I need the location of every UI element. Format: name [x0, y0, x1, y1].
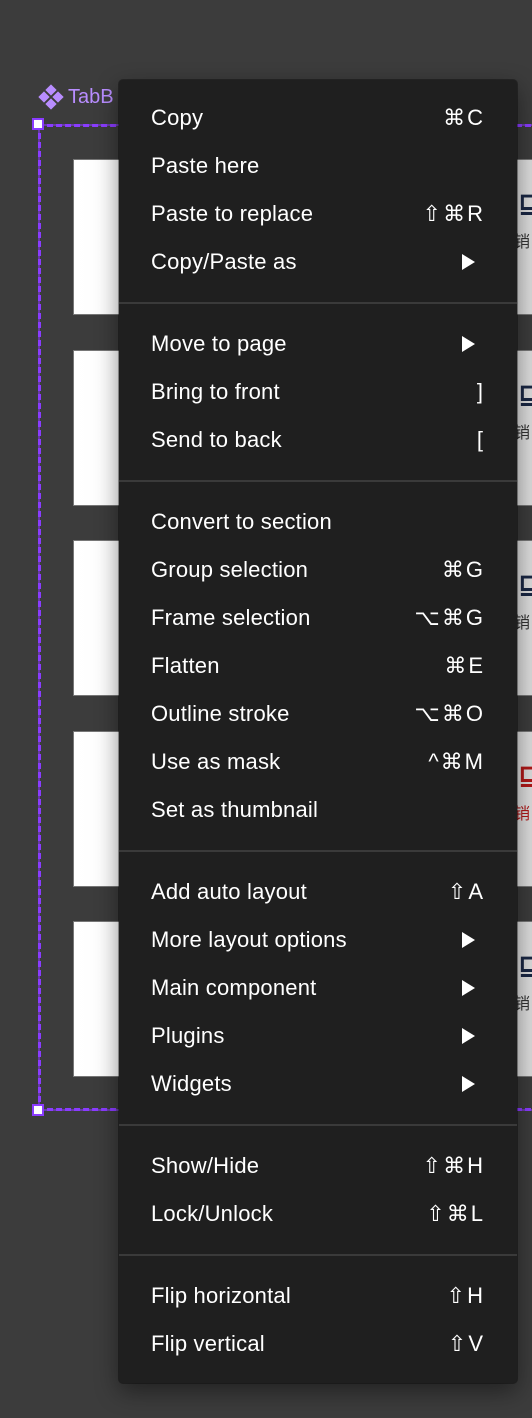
- menu-item-flip-vertical[interactable]: Flip vertical ⇧V: [119, 1320, 517, 1368]
- menu-item-set-as-thumbnail[interactable]: Set as thumbnail: [119, 786, 517, 834]
- menu-item-more-layout-options[interactable]: More layout options: [119, 916, 517, 964]
- menu-divider: [119, 1124, 517, 1126]
- component-icon: [38, 84, 64, 110]
- menu-item-flip-horizontal[interactable]: Flip horizontal ⇧H: [119, 1272, 517, 1320]
- menu-item-label: Flatten: [151, 653, 220, 678]
- menu-item-group-selection[interactable]: Group selection ⌘G: [119, 546, 517, 594]
- menu-item-flatten[interactable]: Flatten ⌘E: [119, 642, 517, 690]
- keyboard-shortcut: ⇧⌘H: [422, 1153, 485, 1178]
- menu-item-label: More layout options: [151, 927, 347, 952]
- keyboard-shortcut: ⌘G: [441, 557, 485, 582]
- resize-handle-bottom-left[interactable]: [32, 1104, 44, 1116]
- submenu-arrow-icon: [462, 336, 475, 352]
- menu-item-use-as-mask[interactable]: Use as mask ^⌘M: [119, 738, 517, 786]
- menu-item-label: Set as thumbnail: [151, 797, 319, 822]
- menu-item-move-to-page[interactable]: Move to page: [119, 320, 517, 368]
- menu-item-main-component[interactable]: Main component: [119, 964, 517, 1012]
- menu-item-copy[interactable]: Copy ⌘C: [119, 94, 517, 142]
- menu-item-plugins[interactable]: Plugins: [119, 1012, 517, 1060]
- menu-item-label: Lock/Unlock: [151, 1201, 274, 1226]
- menu-item-frame-selection[interactable]: Frame selection ⌥⌘G: [119, 594, 517, 642]
- keyboard-shortcut: ⌥⌘G: [414, 605, 485, 630]
- menu-item-copy-paste-as[interactable]: Copy/Paste as: [119, 238, 517, 286]
- submenu-arrow-icon: [462, 932, 475, 948]
- submenu-arrow-icon: [462, 980, 475, 996]
- keyboard-shortcut: ^⌘M: [428, 749, 485, 774]
- keyboard-shortcut: ⇧H: [446, 1283, 485, 1308]
- menu-item-label: Use as mask: [151, 749, 281, 774]
- submenu-arrow-icon: [462, 254, 475, 270]
- menu-item-label: Frame selection: [151, 605, 311, 630]
- frame-name-label[interactable]: TabB: [38, 84, 114, 110]
- menu-item-label: Add auto layout: [151, 879, 307, 904]
- keyboard-shortcut: ⇧V: [447, 1331, 485, 1356]
- menu-divider: [119, 850, 517, 852]
- menu-item-label: Plugins: [151, 1023, 225, 1048]
- submenu-arrow-icon: [462, 1076, 475, 1092]
- frame-name: TabB: [68, 85, 114, 108]
- menu-item-label: Paste to replace: [151, 201, 314, 226]
- menu-item-label: Outline stroke: [151, 701, 290, 726]
- menu-divider: [119, 480, 517, 482]
- menu-item-label: Copy/Paste as: [151, 249, 297, 274]
- menu-item-label: Bring to front: [151, 379, 280, 404]
- menu-item-outline-stroke[interactable]: Outline stroke ⌥⌘O: [119, 690, 517, 738]
- keyboard-shortcut: ⌥⌘O: [414, 701, 485, 726]
- menu-item-label: Flip horizontal: [151, 1283, 291, 1308]
- menu-divider: [119, 1254, 517, 1256]
- keyboard-shortcut: ⇧⌘R: [422, 201, 485, 226]
- keyboard-shortcut: ⇧⌘L: [426, 1201, 485, 1226]
- keyboard-shortcut: ⇧A: [447, 879, 485, 904]
- menu-item-lock-unlock[interactable]: Lock/Unlock ⇧⌘L: [119, 1190, 517, 1238]
- keyboard-shortcut: ]: [476, 379, 485, 404]
- submenu-arrow-icon: [462, 1028, 475, 1044]
- menu-divider: [119, 302, 517, 304]
- menu-item-label: Convert to section: [151, 509, 332, 534]
- menu-item-paste-to-replace[interactable]: Paste to replace ⇧⌘R: [119, 190, 517, 238]
- menu-item-label: Send to back: [151, 427, 282, 452]
- menu-item-send-to-back[interactable]: Send to back [: [119, 416, 517, 464]
- menu-item-label: Group selection: [151, 557, 309, 582]
- menu-item-label: Flip vertical: [151, 1331, 265, 1356]
- keyboard-shortcut: ⌘C: [443, 105, 485, 130]
- menu-item-label: Widgets: [151, 1071, 232, 1096]
- menu-item-label: Move to page: [151, 331, 287, 356]
- menu-item-convert-to-section[interactable]: Convert to section: [119, 498, 517, 546]
- resize-handle-top-left[interactable]: [32, 118, 44, 130]
- menu-item-label: Show/Hide: [151, 1153, 260, 1178]
- menu-item-widgets[interactable]: Widgets: [119, 1060, 517, 1108]
- menu-item-label: Copy: [151, 105, 204, 130]
- menu-item-label: Main component: [151, 975, 317, 1000]
- menu-item-show-hide[interactable]: Show/Hide ⇧⌘H: [119, 1142, 517, 1190]
- menu-item-add-auto-layout[interactable]: Add auto layout ⇧A: [119, 868, 517, 916]
- menu-item-paste-here[interactable]: Paste here: [119, 142, 517, 190]
- keyboard-shortcut: ⌘E: [444, 653, 485, 678]
- context-menu: Copy ⌘C Paste here Paste to replace ⇧⌘R Copy/…: [119, 80, 517, 1383]
- menu-item-bring-to-front[interactable]: Bring to front]: [119, 368, 517, 416]
- menu-item-label: Paste here: [151, 153, 260, 178]
- keyboard-shortcut: [: [476, 427, 485, 452]
